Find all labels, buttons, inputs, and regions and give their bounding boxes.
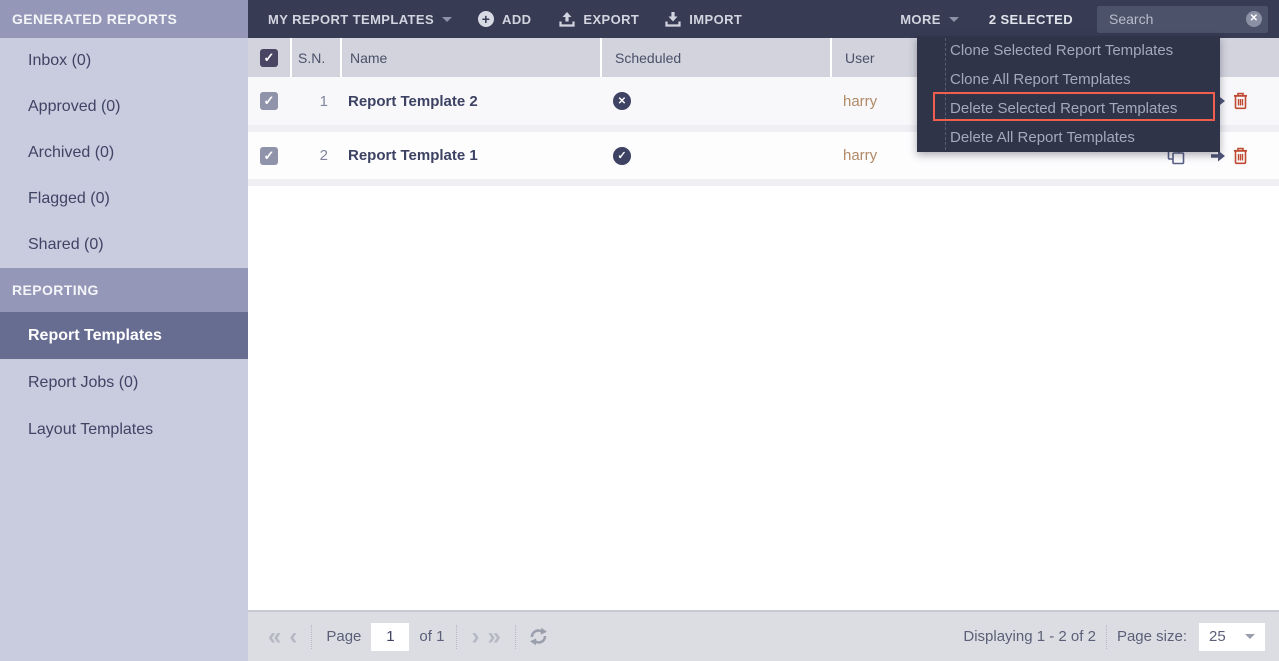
template-switcher-label: MY REPORT TEMPLATES	[268, 12, 434, 27]
pagination-bar: « ‹ Page of 1 › » Displaying 1 - 2 of 2 …	[248, 610, 1279, 661]
sidebar-item-label: Approved (0)	[28, 98, 121, 116]
displaying-label: Displaying 1 - 2 of 2	[963, 628, 1096, 645]
next-page-icon[interactable]: ›	[467, 625, 483, 649]
column-label: Scheduled	[615, 50, 681, 66]
sidebar-item-archived[interactable]: Archived (0)	[0, 130, 248, 176]
sidebar-item-label: Layout Templates	[28, 421, 153, 439]
row-scheduled-cell	[600, 147, 830, 165]
row-name: Report Template 1	[340, 147, 600, 164]
pager-divider	[311, 625, 312, 649]
sidebar-item-flagged[interactable]: Flagged (0)	[0, 176, 248, 222]
not-scheduled-icon	[613, 92, 631, 110]
add-button[interactable]: + ADD	[478, 11, 531, 27]
menu-item-label: Clone Selected Report Templates	[950, 42, 1173, 59]
sidebar-section-generated-reports: GENERATED REPORTS	[0, 0, 248, 38]
sidebar-item-label: Report Templates	[28, 327, 162, 345]
column-label: User	[845, 50, 875, 66]
sidebar-item-layout-templates[interactable]: Layout Templates	[0, 406, 248, 453]
sidebar-item-label: Report Jobs (0)	[28, 374, 138, 392]
menu-item-delete-selected[interactable]: Delete Selected Report Templates	[917, 94, 1220, 123]
column-header-sn: S.N.	[290, 38, 340, 77]
page-of-label: of 1	[419, 628, 444, 645]
menu-item-label: Clone All Report Templates	[950, 71, 1131, 88]
more-button[interactable]: MORE	[900, 12, 959, 27]
search-input[interactable]	[1107, 10, 1246, 28]
column-header-scheduled: Scheduled	[600, 38, 830, 77]
more-dropdown-menu: Clone Selected Report Templates Clone Al…	[917, 36, 1220, 152]
page-size-value: 25	[1209, 628, 1226, 645]
template-switcher-button[interactable]: MY REPORT TEMPLATES	[268, 12, 452, 27]
page-label: Page	[326, 628, 361, 645]
menu-item-clone-selected[interactable]: Clone Selected Report Templates	[917, 36, 1220, 65]
selected-count-label: 2 SELECTED	[989, 12, 1073, 27]
plus-circle-icon: +	[478, 11, 494, 27]
trash-icon[interactable]	[1232, 92, 1249, 110]
sidebar-item-label: Flagged (0)	[28, 190, 110, 208]
sidebar-item-inbox[interactable]: Inbox (0)	[0, 38, 248, 84]
section-title: REPORTING	[12, 282, 99, 298]
row-separator	[248, 179, 1279, 186]
column-label: S.N.	[298, 50, 325, 66]
menu-item-delete-all[interactable]: Delete All Report Templates	[917, 123, 1220, 152]
chevron-down-icon	[1245, 634, 1255, 639]
row-checkbox[interactable]	[260, 147, 278, 165]
pager-right-group: Displaying 1 - 2 of 2 Page size: 25	[963, 623, 1279, 651]
section-title: GENERATED REPORTS	[12, 11, 177, 27]
pager-divider	[515, 625, 516, 649]
export-button[interactable]: EXPORT	[559, 12, 639, 27]
column-label: Name	[350, 50, 387, 66]
row-sn: 2	[290, 147, 340, 164]
page-number-input[interactable]	[371, 623, 409, 651]
sidebar: GENERATED REPORTS Inbox (0) Approved (0)…	[0, 0, 248, 661]
row-name: Report Template 2	[340, 93, 600, 110]
page-size-label: Page size:	[1117, 628, 1187, 645]
sidebar-item-shared[interactable]: Shared (0)	[0, 222, 248, 268]
menu-item-label: Delete Selected Report Templates	[950, 100, 1177, 117]
pager-divider	[456, 625, 457, 649]
selected-count-badge: 2 SELECTED	[989, 12, 1073, 27]
chevron-down-icon	[949, 17, 959, 22]
sidebar-item-report-jobs[interactable]: Report Jobs (0)	[0, 359, 248, 406]
main-content: MY REPORT TEMPLATES + ADD EXPORT	[248, 0, 1279, 661]
import-icon	[665, 12, 681, 27]
sidebar-item-report-templates[interactable]: Report Templates	[0, 312, 248, 359]
sidebar-section-reporting: REPORTING	[0, 268, 248, 312]
menu-item-clone-all[interactable]: Clone All Report Templates	[917, 65, 1220, 94]
import-label: IMPORT	[689, 12, 742, 27]
add-label: ADD	[502, 12, 531, 27]
prev-page-icon[interactable]: ‹	[285, 625, 301, 649]
search-box: ✕	[1097, 6, 1268, 33]
menu-dashed-line	[945, 38, 946, 150]
row-scheduled-cell	[600, 92, 830, 110]
sidebar-item-approved[interactable]: Approved (0)	[0, 84, 248, 130]
row-checkbox[interactable]	[260, 92, 278, 110]
more-label: MORE	[900, 12, 941, 27]
search-clear-icon[interactable]: ✕	[1246, 11, 1262, 27]
refresh-icon[interactable]	[528, 627, 549, 646]
chevron-down-icon	[442, 17, 452, 22]
menu-item-label: Delete All Report Templates	[950, 129, 1135, 146]
sidebar-item-label: Shared (0)	[28, 236, 104, 254]
header-checkbox-cell	[248, 38, 290, 77]
sidebar-item-label: Inbox (0)	[28, 52, 91, 70]
row-checkbox-cell	[248, 92, 290, 110]
row-checkbox-cell	[248, 147, 290, 165]
first-page-icon[interactable]: «	[264, 625, 285, 649]
page-size-select[interactable]: 25	[1199, 623, 1265, 651]
toolbar: MY REPORT TEMPLATES + ADD EXPORT	[248, 0, 1279, 38]
row-sn: 1	[290, 93, 340, 110]
sidebar-item-label: Archived (0)	[28, 144, 114, 162]
trash-icon[interactable]	[1232, 147, 1249, 165]
last-page-icon[interactable]: »	[483, 625, 504, 649]
column-header-name: Name	[340, 38, 600, 77]
export-label: EXPORT	[583, 12, 639, 27]
scheduled-icon	[613, 147, 631, 165]
import-button[interactable]: IMPORT	[665, 12, 742, 27]
export-icon	[559, 12, 575, 27]
pager-divider	[1106, 625, 1107, 649]
select-all-checkbox[interactable]	[260, 49, 278, 67]
